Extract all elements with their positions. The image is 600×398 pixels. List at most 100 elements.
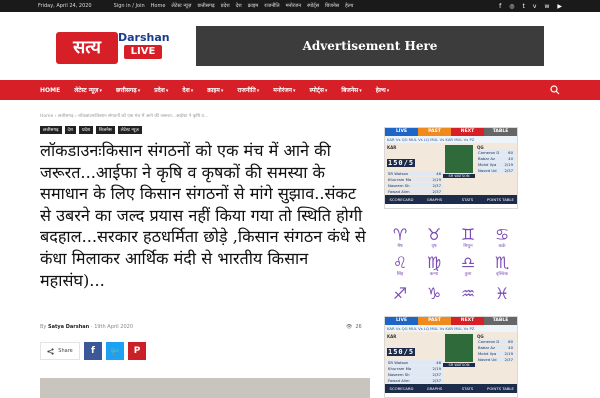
nav-desh[interactable]: देश▾ — [182, 86, 193, 94]
graphs-link[interactable]: GRAPHS — [418, 195, 451, 204]
category-tag[interactable]: लेटेस्ट न्यूज़ — [117, 126, 142, 134]
nav-crime[interactable]: क्राइम▾ — [207, 86, 223, 94]
top-link-politics[interactable]: राजनीति — [264, 3, 279, 9]
category-tag[interactable]: प्रदेश — [79, 126, 94, 134]
twitter-share-button[interactable]: 🐦 — [106, 342, 124, 360]
nav-home[interactable]: HOME — [40, 87, 60, 94]
stats-link[interactable]: STATS — [451, 384, 484, 393]
tab-past[interactable]: PAST — [418, 317, 451, 325]
nav-health-label: हेल्थ — [375, 87, 386, 94]
top-link-home[interactable]: Home — [151, 3, 166, 9]
player-row: SR Watson 46 — [387, 360, 443, 365]
match-list[interactable]: KAR Vs QG MUL Vs LQ MUL Vs KAR MUL Vs PZ — [385, 136, 517, 143]
tab-table[interactable]: TABLE — [484, 317, 517, 325]
player-row: Cameron D 60 — [477, 150, 515, 155]
libra-icon: ♎ — [460, 252, 476, 272]
share-icon — [47, 347, 54, 355]
zodiac-gemini[interactable]: ♊ मिथुन — [452, 224, 484, 250]
top-link-desh[interactable]: देश — [236, 3, 242, 9]
pinterest-icon: P — [133, 346, 141, 356]
nav-chhattisgarh[interactable]: छत्तीसगढ़▾ — [116, 86, 140, 94]
scorecard-link[interactable]: SCORECARD — [385, 195, 418, 204]
match-list[interactable]: KAR Vs QG MUL Vs LQ MUL Vs KAR MUL Vs PZ — [385, 325, 517, 332]
top-link-health[interactable]: हेल्थ — [345, 3, 353, 9]
cricket-scoreboard[interactable]: LIVE PAST NEXT TABLE KAR Vs QG MUL Vs LQ… — [384, 127, 518, 209]
author-name[interactable]: Satya Darshan — [48, 324, 89, 330]
instagram-icon[interactable]: ◎ — [509, 3, 514, 10]
breadcrumb[interactable]: Home › छत्तीसगढ़ › लॉकडाउनःकिसान संगठनों… — [40, 113, 208, 119]
zodiac-leo[interactable]: ♌ सिंह — [384, 252, 416, 278]
youtube-icon[interactable]: ▶ — [557, 3, 562, 10]
share-button[interactable]: Share — [40, 342, 80, 360]
zodiac-scorpio[interactable]: ♏ वृश्चिक — [486, 252, 518, 278]
nav-business[interactable]: बिजनेस▾ — [341, 86, 361, 94]
zodiac-aquarius[interactable]: ♒ — [452, 280, 484, 306]
signin-link[interactable]: Sign in / Join — [114, 3, 145, 9]
zodiac-label: मेष — [397, 243, 403, 249]
vimeo-icon[interactable]: v — [533, 3, 537, 10]
top-link-sports[interactable]: स्पोर्ट्स — [307, 3, 319, 9]
points-table-link[interactable]: POINTS TABLE — [484, 195, 517, 204]
top-link-latest[interactable]: लेटेस्ट न्यूज़ — [171, 3, 191, 9]
twitter-icon[interactable]: t — [523, 3, 525, 10]
zodiac-label: तुला — [464, 271, 472, 277]
zodiac-sagittarius[interactable]: ♐ — [384, 280, 416, 306]
graphs-link[interactable]: GRAPHS — [418, 384, 451, 393]
player-row: Mohd Ilya 2/19 — [477, 351, 515, 356]
scorecard-link[interactable]: SCORECARD — [385, 384, 418, 393]
category-tag[interactable]: छत्तीसगढ़ — [40, 126, 62, 134]
top-link-crime[interactable]: क्राइम — [248, 3, 259, 9]
nav-politics-label: राजनीति — [237, 87, 256, 94]
nav-sports-label: स्पोर्ट्स — [309, 87, 324, 94]
zodiac-libra[interactable]: ♎ तुला — [452, 252, 484, 278]
tab-past[interactable]: PAST — [418, 128, 451, 136]
zodiac-capricorn[interactable]: ♑ — [418, 280, 450, 306]
publish-date: 19th April 2020 — [94, 324, 134, 330]
main-nav: HOME लेटेस्ट न्यूज़▾ छत्तीसगढ़▾ प्रदेश▾ … — [0, 80, 600, 100]
top-link-business[interactable]: बिजनेस — [325, 3, 339, 9]
nav-sports[interactable]: स्पोर्ट्स▾ — [310, 86, 328, 94]
top-link-pradesh[interactable]: प्रदेश — [221, 3, 230, 9]
nav-desh-label: देश — [182, 87, 190, 94]
nav-latest[interactable]: लेटेस्ट न्यूज़▾ — [74, 86, 102, 94]
chevron-down-icon: ▾ — [137, 88, 141, 94]
zodiac-taurus[interactable]: ♉ वृष — [418, 224, 450, 250]
site-logo[interactable]: सत्य Darshan LIVE — [56, 28, 172, 68]
nav-pradesh[interactable]: प्रदेश▾ — [154, 86, 168, 94]
zodiac-cancer[interactable]: ♋ कर्क — [486, 224, 518, 250]
chevron-down-icon: ▾ — [256, 88, 260, 94]
points-table-link[interactable]: POINTS TABLE — [484, 384, 517, 393]
pisces-icon: ♓ — [494, 283, 510, 303]
zodiac-virgo[interactable]: ♍ कन्या — [418, 252, 450, 278]
player-row: Naseem Sh 2/37 — [387, 183, 443, 188]
facebook-icon[interactable]: f — [499, 3, 501, 10]
tab-next[interactable]: NEXT — [451, 317, 484, 325]
gemini-icon: ♊ — [460, 224, 476, 244]
nav-health[interactable]: हेल्थ▾ — [376, 86, 390, 94]
stats-link[interactable]: STATS — [451, 195, 484, 204]
tab-table[interactable]: TABLE — [484, 128, 517, 136]
nav-politics[interactable]: राजनीति▾ — [237, 86, 259, 94]
chevron-down-icon: ▾ — [292, 88, 296, 94]
zodiac-aries[interactable]: ♈ मेष — [384, 224, 416, 250]
chevron-down-icon: ▾ — [165, 88, 169, 94]
logo-satya-text: सत्य — [56, 32, 118, 64]
category-tag[interactable]: देश — [64, 126, 76, 134]
vk-icon[interactable]: w — [544, 3, 549, 10]
advertisement-banner[interactable]: Advertisement Here — [196, 26, 544, 66]
top-link-chhattisgarh[interactable]: छत्तीसगढ़ — [197, 3, 214, 9]
zodiac-label: मिथुन — [463, 243, 473, 249]
top-link-entertainment[interactable]: मनोरंजन — [286, 3, 302, 9]
tab-live[interactable]: LIVE — [385, 128, 418, 136]
zodiac-pisces[interactable]: ♓ — [486, 280, 518, 306]
tab-live[interactable]: LIVE — [385, 317, 418, 325]
pinterest-share-button[interactable]: P — [128, 342, 146, 360]
category-tag[interactable]: बिजनेस — [96, 126, 115, 134]
facebook-share-button[interactable]: f — [84, 342, 102, 360]
player-row: Babar Az 40 — [477, 156, 515, 161]
eye-icon: 👁 — [346, 324, 353, 330]
tab-next[interactable]: NEXT — [451, 128, 484, 136]
nav-entertainment[interactable]: मनोरंजन▾ — [273, 86, 295, 94]
search-icon[interactable] — [550, 85, 560, 95]
cricket-scoreboard[interactable]: LIVE PAST NEXT TABLE KAR Vs QG MUL Vs LQ… — [384, 316, 518, 398]
